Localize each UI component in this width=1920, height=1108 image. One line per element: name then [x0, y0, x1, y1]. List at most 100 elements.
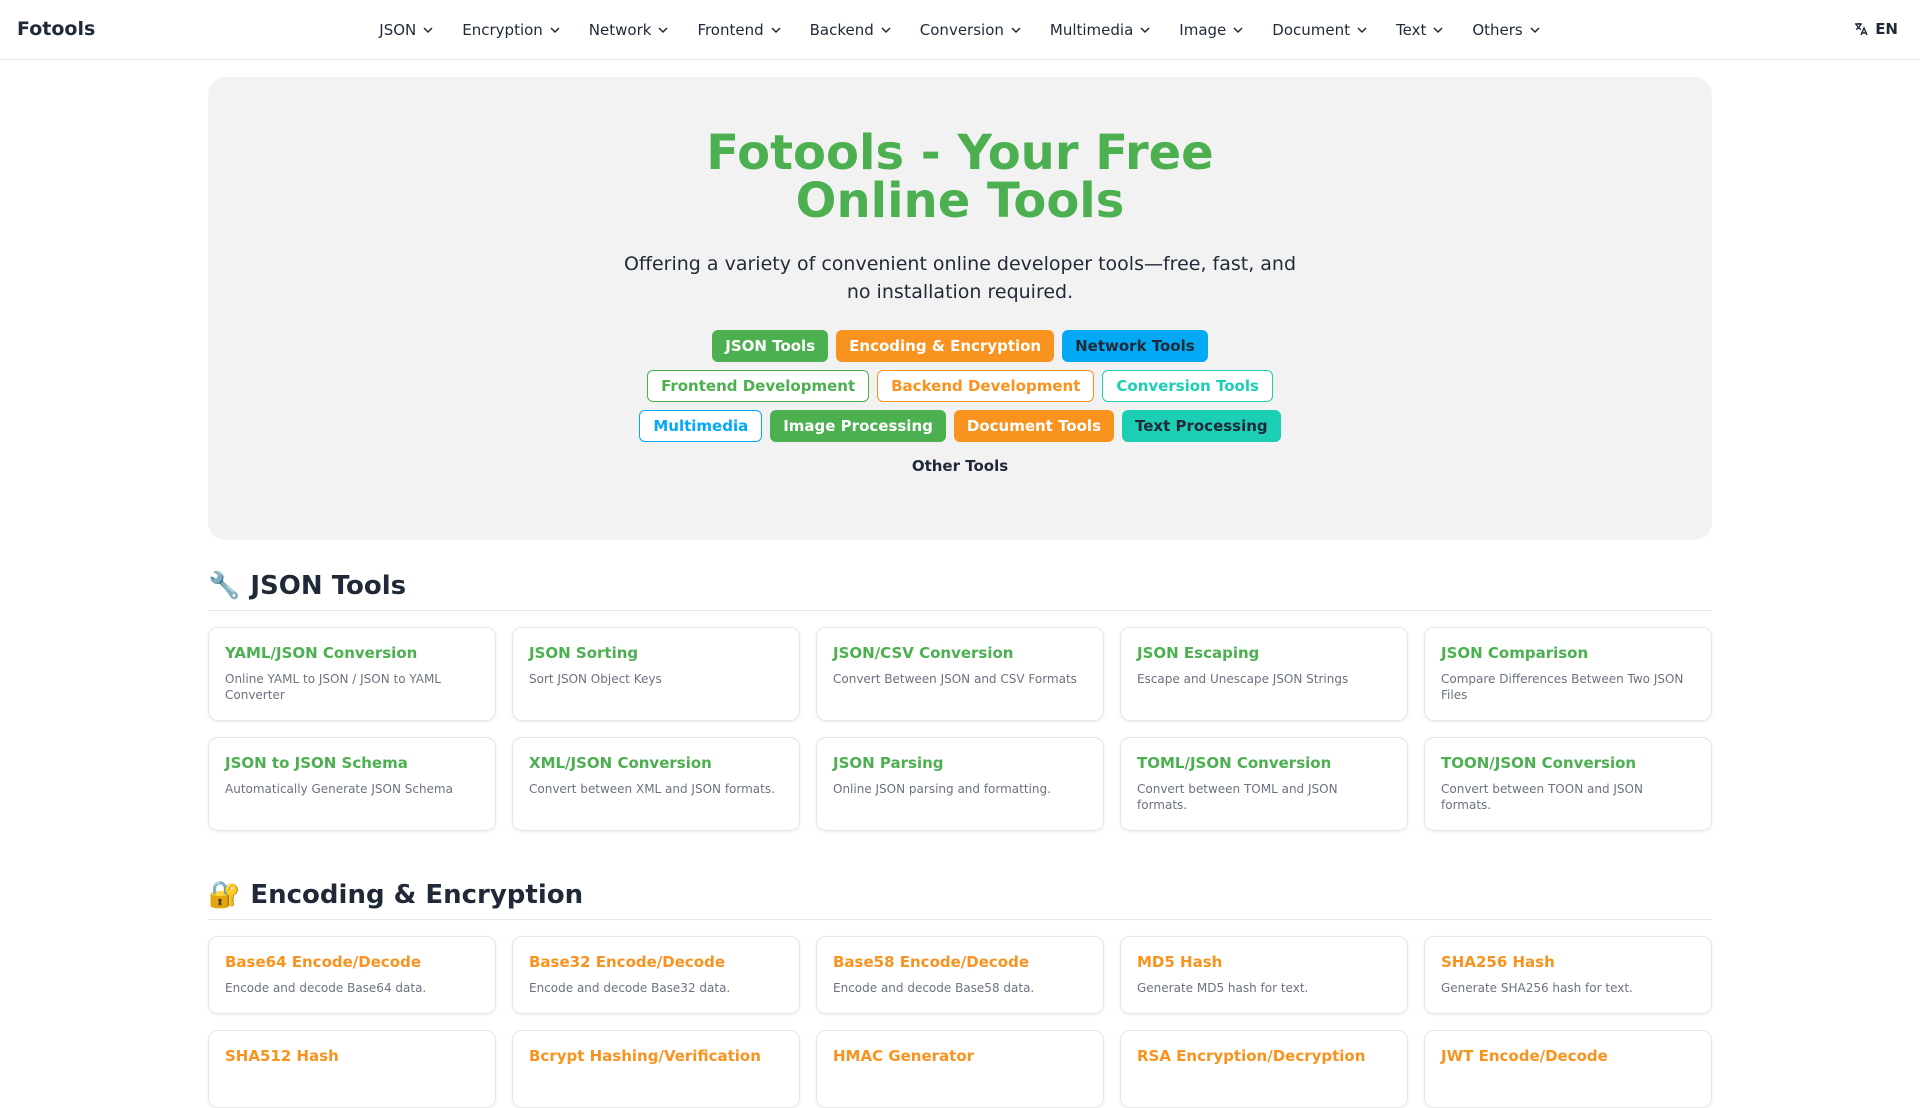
chevron-down-icon: [1433, 27, 1443, 34]
card-desc: Sort JSON Object Keys: [529, 672, 662, 686]
card-title: JSON Parsing: [833, 754, 944, 772]
nav-label: Encryption: [462, 21, 543, 39]
tool-card-toml-json[interactable]: TOML/JSON Conversion Convert between TOML…: [1120, 737, 1408, 831]
lock-icon: 🔐: [208, 879, 241, 910]
tool-grid: YAML/JSON Conversion Online YAML to JSON …: [208, 627, 1712, 831]
tool-card-json-sorting[interactable]: JSON Sorting Sort JSON Object Keys: [512, 627, 800, 721]
language-switcher[interactable]: EN: [1853, 20, 1898, 38]
chip-row: Multimedia Image Processing Document Too…: [610, 410, 1310, 442]
nav-label: Others: [1472, 21, 1523, 39]
chip-network-tools[interactable]: Network Tools: [1062, 330, 1208, 362]
chip-document-tools[interactable]: Document Tools: [953, 410, 1114, 442]
section-json-tools: 🔧 JSON Tools YAML/JSON Conversion Online …: [208, 571, 1712, 831]
nav-others[interactable]: Others: [1472, 21, 1540, 39]
nav-text[interactable]: Text: [1396, 21, 1444, 39]
tool-card-sha512[interactable]: SHA512 Hash: [208, 1030, 496, 1108]
card-desc: Generate MD5 hash for text.: [1137, 981, 1309, 995]
nav-label: Document: [1272, 21, 1350, 39]
card-desc: Automatically Generate JSON Schema: [225, 782, 453, 796]
tool-grid: Base64 Encode/Decode Encode and decode Ba…: [208, 936, 1712, 1108]
nav-document[interactable]: Document: [1272, 21, 1368, 39]
chevron-down-icon: [658, 27, 668, 34]
tool-card-bcrypt[interactable]: Bcrypt Hashing/Verification: [512, 1030, 800, 1108]
card-desc: Escape and Unescape JSON Strings: [1137, 672, 1349, 686]
chip-json-tools[interactable]: JSON Tools: [712, 330, 829, 362]
card-title: RSA Encryption/Decryption: [1137, 1047, 1366, 1065]
nav-label: Multimedia: [1049, 21, 1134, 39]
chip-row: Other Tools: [610, 450, 1310, 482]
tool-card-json-escaping[interactable]: JSON Escaping Escape and Unescape JSON St…: [1120, 627, 1408, 721]
chip-conversion-tools[interactable]: Conversion Tools: [1102, 370, 1273, 402]
card-title: Bcrypt Hashing/Verification: [529, 1047, 761, 1065]
tool-card-jwt[interactable]: JWT Encode/Decode: [1424, 1030, 1712, 1108]
top-navbar: Fotools JSON Encryption Network Frontend…: [0, 0, 1920, 60]
tool-card-base32[interactable]: Base32 Encode/Decode Encode and decode Ba…: [512, 936, 800, 1014]
tool-card-sha256[interactable]: SHA256 Hash Generate SHA256 hash for text…: [1424, 936, 1712, 1014]
card-desc: Convert between TOON and JSON formats.: [1441, 782, 1643, 812]
chevron-down-icon: [550, 27, 560, 34]
nav-image[interactable]: Image: [1179, 21, 1244, 39]
nav-network[interactable]: Network: [589, 21, 670, 39]
main-nav: JSON Encryption Network Frontend Backend…: [379, 0, 1540, 60]
tool-card-json-parsing[interactable]: JSON Parsing Online JSON parsing and form…: [816, 737, 1104, 831]
nav-encryption[interactable]: Encryption: [462, 21, 561, 39]
chip-other-tools[interactable]: Other Tools: [898, 450, 1022, 482]
nav-label: Backend: [809, 21, 874, 39]
card-title: YAML/JSON Conversion: [225, 644, 418, 662]
tool-card-json-csv[interactable]: JSON/CSV Conversion Convert Between JSON …: [816, 627, 1104, 721]
card-desc: Encode and decode Base64 data.: [225, 981, 427, 995]
chip-text-processing[interactable]: Text Processing: [1122, 410, 1281, 442]
tool-card-json-schema[interactable]: JSON to JSON Schema Automatically Generat…: [208, 737, 496, 831]
card-title: Base58 Encode/Decode: [833, 953, 1029, 971]
category-chips: JSON Tools Encoding & Encryption Network…: [610, 330, 1310, 482]
card-desc: Convert between TOML and JSON formats.: [1137, 782, 1338, 812]
nav-label: Text: [1395, 21, 1427, 39]
tool-card-json-comparison[interactable]: JSON Comparison Compare Differences Betwe…: [1424, 627, 1712, 721]
card-desc: Online YAML to JSON / JSON to YAML Conve…: [225, 672, 441, 702]
hero-title: Fotools - Your Free Online Tools: [706, 125, 1214, 229]
card-title: Base64 Encode/Decode: [225, 953, 421, 971]
card-title: TOON/JSON Conversion: [1441, 754, 1637, 772]
nav-frontend[interactable]: Frontend: [697, 21, 781, 39]
section-encoding-encryption: 🔐 Encoding & Encryption Base64 Encode/De…: [208, 880, 1712, 1108]
chip-frontend-development[interactable]: Frontend Development: [647, 370, 870, 402]
chevron-down-icon: [771, 27, 781, 34]
tool-card-toon-json[interactable]: TOON/JSON Conversion Convert between TOON…: [1424, 737, 1712, 831]
language-label: EN: [1875, 20, 1898, 38]
chip-encoding-encryption[interactable]: Encoding & Encryption: [836, 330, 1055, 362]
tool-card-xml-json[interactable]: XML/JSON Conversion Convert between XML a…: [512, 737, 800, 831]
chip-image-processing[interactable]: Image Processing: [770, 410, 946, 442]
tool-card-rsa[interactable]: RSA Encryption/Decryption: [1120, 1030, 1408, 1108]
hero-banner: Fotools - Your Free Online Tools Offerin…: [208, 77, 1712, 540]
chevron-down-icon: [1530, 27, 1540, 34]
nav-label: Network: [588, 21, 652, 39]
card-title: XML/JSON Conversion: [529, 754, 712, 772]
card-desc: Compare Differences Between Two JSON Fil…: [1441, 672, 1684, 702]
chip-multimedia[interactable]: Multimedia: [639, 410, 763, 442]
chevron-down-icon: [1011, 27, 1021, 34]
nav-json[interactable]: JSON: [379, 21, 434, 39]
card-title: JSON Sorting: [529, 644, 639, 662]
wrench-icon: 🔧: [208, 570, 241, 601]
nav-multimedia[interactable]: Multimedia: [1050, 21, 1151, 39]
tool-card-yaml-json[interactable]: YAML/JSON Conversion Online YAML to JSON …: [208, 627, 496, 721]
card-title: JWT Encode/Decode: [1441, 1047, 1608, 1065]
site-logo[interactable]: Fotools: [17, 18, 95, 40]
card-desc: Convert between XML and JSON formats.: [529, 782, 775, 796]
chip-backend-development[interactable]: Backend Development: [877, 370, 1095, 402]
nav-backend[interactable]: Backend: [810, 21, 892, 39]
tool-card-base58[interactable]: Base58 Encode/Decode Encode and decode Ba…: [816, 936, 1104, 1014]
chevron-down-icon: [1233, 27, 1243, 34]
card-desc: Encode and decode Base32 data.: [529, 981, 731, 995]
tool-card-md5[interactable]: MD5 Hash Generate MD5 hash for text.: [1120, 936, 1408, 1014]
card-desc: Online JSON parsing and formatting.: [833, 782, 1051, 796]
hero-description: Offering a variety of convenient online …: [623, 253, 1297, 303]
card-title: MD5 Hash: [1137, 953, 1223, 971]
tool-card-base64[interactable]: Base64 Encode/Decode Encode and decode Ba…: [208, 936, 496, 1014]
tool-card-hmac[interactable]: HMAC Generator: [816, 1030, 1104, 1108]
section-title-text: JSON Tools: [250, 570, 407, 601]
chip-row: JSON Tools Encoding & Encryption Network…: [610, 330, 1310, 362]
nav-conversion[interactable]: Conversion: [920, 21, 1022, 39]
nav-label: Image: [1179, 21, 1227, 39]
card-title: JSON/CSV Conversion: [833, 644, 1014, 662]
